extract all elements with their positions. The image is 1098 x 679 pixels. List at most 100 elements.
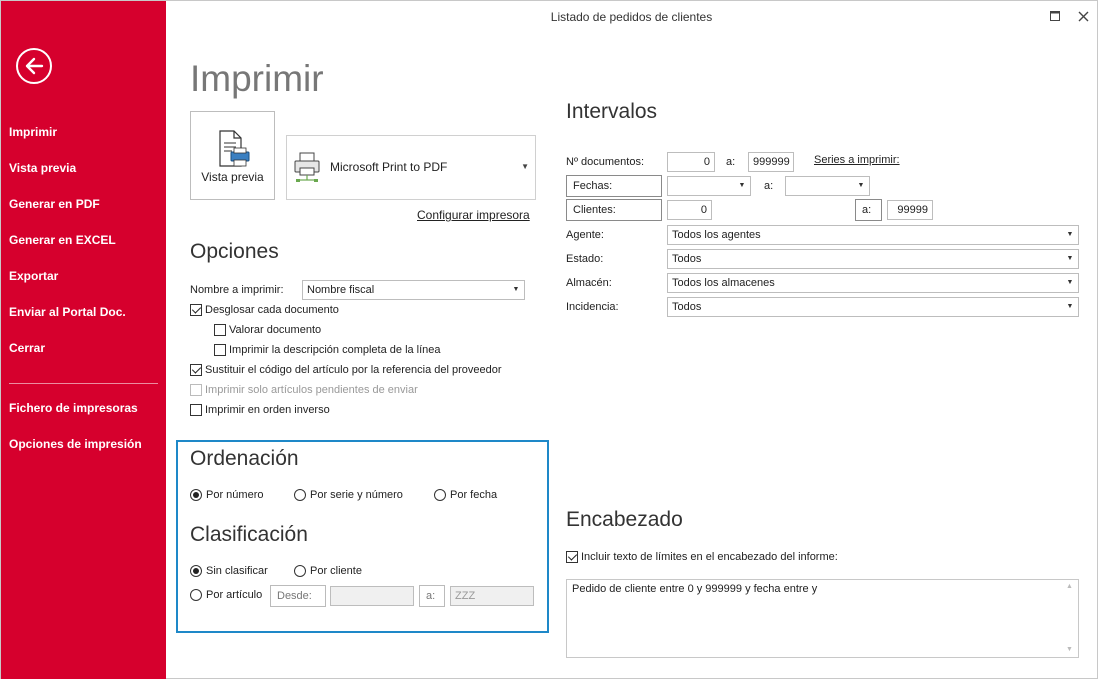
clientes-from-input[interactable]: 0 [667,200,712,220]
document-preview-icon [219,130,250,167]
scroll-up-icon[interactable]: ▲ [1066,583,1073,590]
incidencia-value: Todos [672,301,702,313]
scroll-down-icon[interactable]: ▼ [1066,646,1073,653]
check-sustituir-label: Sustituir el código del artículo por la … [205,364,502,376]
check-orden-inverso[interactable]: Imprimir en orden inverso [190,404,330,416]
radio-por-numero-label: Por número [206,489,264,501]
sidebar-item-imprimir[interactable]: Imprimir [1,114,166,150]
chevron-down-icon: ▼ [1066,303,1074,310]
sidebar-item-generar-pdf[interactable]: Generar en PDF [1,186,166,222]
doc-from-input[interactable]: 0 [667,152,715,172]
back-arrow-icon[interactable] [16,48,52,84]
radio-por-articulo[interactable]: Por artículo [190,589,262,601]
sidebar-divider [9,383,158,384]
radio-icon [294,565,306,577]
maximize-icon[interactable] [1046,7,1064,25]
radio-icon [190,565,202,577]
check-pendientes-label: Imprimir solo artículos pendientes de en… [205,384,418,396]
radio-sin-clasificar[interactable]: Sin clasificar [190,565,268,577]
fecha-from-select[interactable]: ▼ [667,176,751,196]
incidencia-select[interactable]: Todos ▼ [667,297,1079,317]
radio-por-serie[interactable]: Por serie y número [294,489,403,501]
check-sustituir[interactable]: Sustituir el código del artículo por la … [190,364,502,376]
checkbox-icon [214,324,226,336]
checkbox-icon [190,384,202,396]
estado-value: Todos [672,253,702,265]
chevron-down-icon: ▼ [857,182,865,189]
preview-button[interactable]: Vista previa [190,111,275,200]
checkbox-icon [190,304,202,316]
sidebar-item-opciones-impresion[interactable]: Opciones de impresión [1,426,166,462]
radio-por-cliente-label: Por cliente [310,565,362,577]
radio-icon [294,489,306,501]
radio-por-serie-label: Por serie y número [310,489,403,501]
desde-button: Desde: [270,585,326,607]
radio-icon [434,489,446,501]
check-descripcion[interactable]: Imprimir la descripción completa de la l… [214,344,441,356]
agente-value: Todos los agentes [672,229,761,241]
configure-printer-link[interactable]: Configurar impresora [417,208,530,222]
series-link[interactable]: Series a imprimir: [814,154,900,166]
chevron-down-icon: ▼ [1066,231,1074,238]
header-text-area[interactable]: Pedido de cliente entre 0 y 999999 y fec… [566,579,1079,658]
check-pendientes: Imprimir solo artículos pendientes de en… [190,384,418,396]
almacen-select[interactable]: Todos los almacenes ▼ [667,273,1079,293]
radio-por-cliente[interactable]: Por cliente [294,565,362,577]
sidebar-item-enviar-portal[interactable]: Enviar al Portal Doc. [1,294,166,330]
close-icon[interactable] [1074,7,1092,25]
sidebar: Imprimir Vista previa Generar en PDF Gen… [1,1,166,679]
checkbox-icon [190,364,202,376]
printer-select[interactable]: Microsoft Print to PDF ▼ [286,135,536,200]
sidebar-nav-secondary: Fichero de impresoras Opciones de impres… [1,390,166,462]
sidebar-item-generar-excel[interactable]: Generar en EXCEL [1,222,166,258]
agente-select[interactable]: Todos los agentes ▼ [667,225,1079,245]
fecha-a-label: a: [764,180,774,192]
check-incluir-texto-label: Incluir texto de límites en el encabezad… [581,551,838,563]
check-desglosar-label: Desglosar cada documento [205,304,339,316]
printer-name: Microsoft Print to PDF [330,160,448,174]
radio-por-articulo-label: Por artículo [206,589,263,601]
chevron-down-icon: ▼ [1066,255,1074,262]
name-to-print-label: Nombre a imprimir: [190,284,284,296]
chevron-down-icon: ▼ [738,182,746,189]
fechas-button[interactable]: Fechas: [566,175,662,197]
checkbox-icon [214,344,226,356]
sidebar-item-cerrar[interactable]: Cerrar [1,330,166,366]
sidebar-item-vista-previa[interactable]: Vista previa [1,150,166,186]
check-desglosar[interactable]: Desglosar cada documento [190,304,339,316]
page-title: Imprimir [190,58,324,99]
clientes-to-input[interactable]: 99999 [887,200,933,220]
doc-a-label: a: [726,156,736,168]
clientes-a-button[interactable]: a: [855,199,882,221]
print-window: Imprimir Vista previa Generar en PDF Gen… [0,0,1098,679]
agente-label: Agente: [566,229,604,241]
estado-label: Estado: [566,253,604,265]
ordenacion-heading: Ordenación [190,447,299,470]
fecha-to-select[interactable]: ▼ [785,176,870,196]
estado-select[interactable]: Todos ▼ [667,249,1079,269]
check-valorar[interactable]: Valorar documento [214,324,321,336]
name-to-print-value: Nombre fiscal [307,284,375,296]
window-title: Listado de pedidos de clientes [550,10,713,24]
chevron-down-icon: ▼ [1066,279,1074,286]
articulo-from-input [330,586,414,606]
encabezado-heading: Encabezado [566,508,683,531]
name-to-print-select[interactable]: Nombre fiscal ▼ [302,280,525,300]
preview-label: Vista previa [201,170,264,184]
radio-por-fecha-label: Por fecha [450,489,498,501]
clientes-button[interactable]: Clientes: [566,199,662,221]
articulo-a-button: a: [419,585,445,607]
check-valorar-label: Valorar documento [229,324,322,336]
sidebar-item-exportar[interactable]: Exportar [1,258,166,294]
intervalos-heading: Intervalos [566,100,658,123]
chevron-down-icon: ▼ [521,162,529,171]
check-incluir-texto[interactable]: Incluir texto de límites en el encabezad… [566,551,838,563]
radio-por-numero[interactable]: Por número [190,489,263,501]
radio-por-fecha[interactable]: Por fecha [434,489,497,501]
doc-number-label: Nº documentos: [566,156,644,168]
check-orden-inverso-label: Imprimir en orden inverso [205,404,330,416]
almacen-label: Almacén: [566,277,612,289]
doc-to-input[interactable]: 999999 [748,152,794,172]
radio-icon [190,489,202,501]
sidebar-item-fichero-impresoras[interactable]: Fichero de impresoras [1,390,166,426]
